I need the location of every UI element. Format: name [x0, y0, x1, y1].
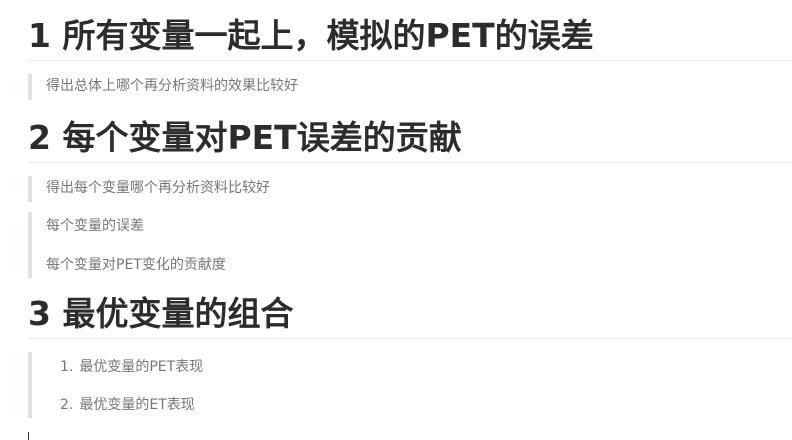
- text-cursor[interactable]: [28, 432, 29, 440]
- blockquote-3-line-2: 每个变量对PET变化的贡献度: [46, 257, 226, 273]
- blockquote-1-line-1: 得出总体上哪个再分析资料的效果比较好: [46, 78, 298, 94]
- list-item: 2. 最优变量的ET表现: [60, 395, 195, 415]
- blockquote-3-line-1: 每个变量的误差: [46, 218, 144, 234]
- heading-3: 3 最优变量的组合: [28, 294, 792, 339]
- list-item-text: 最优变量的PET表现: [79, 359, 204, 375]
- list-item-number: 1.: [60, 359, 74, 375]
- heading-1: 1 所有变量一起上，模拟的PET的误差: [28, 16, 792, 61]
- heading-2: 2 每个变量对PET误差的贡献: [28, 118, 792, 163]
- markdown-document: 1 所有变量一起上，模拟的PET的误差 得出总体上哪个再分析资料的效果比较好 2…: [28, 0, 792, 440]
- list-item: 1. 最优变量的PET表现: [60, 357, 203, 377]
- list-item-number: 2.: [60, 397, 74, 413]
- list-item-text: 最优变量的ET表现: [79, 397, 195, 413]
- blockquote-2-line-1: 得出每个变量哪个再分析资料比较好: [46, 180, 270, 196]
